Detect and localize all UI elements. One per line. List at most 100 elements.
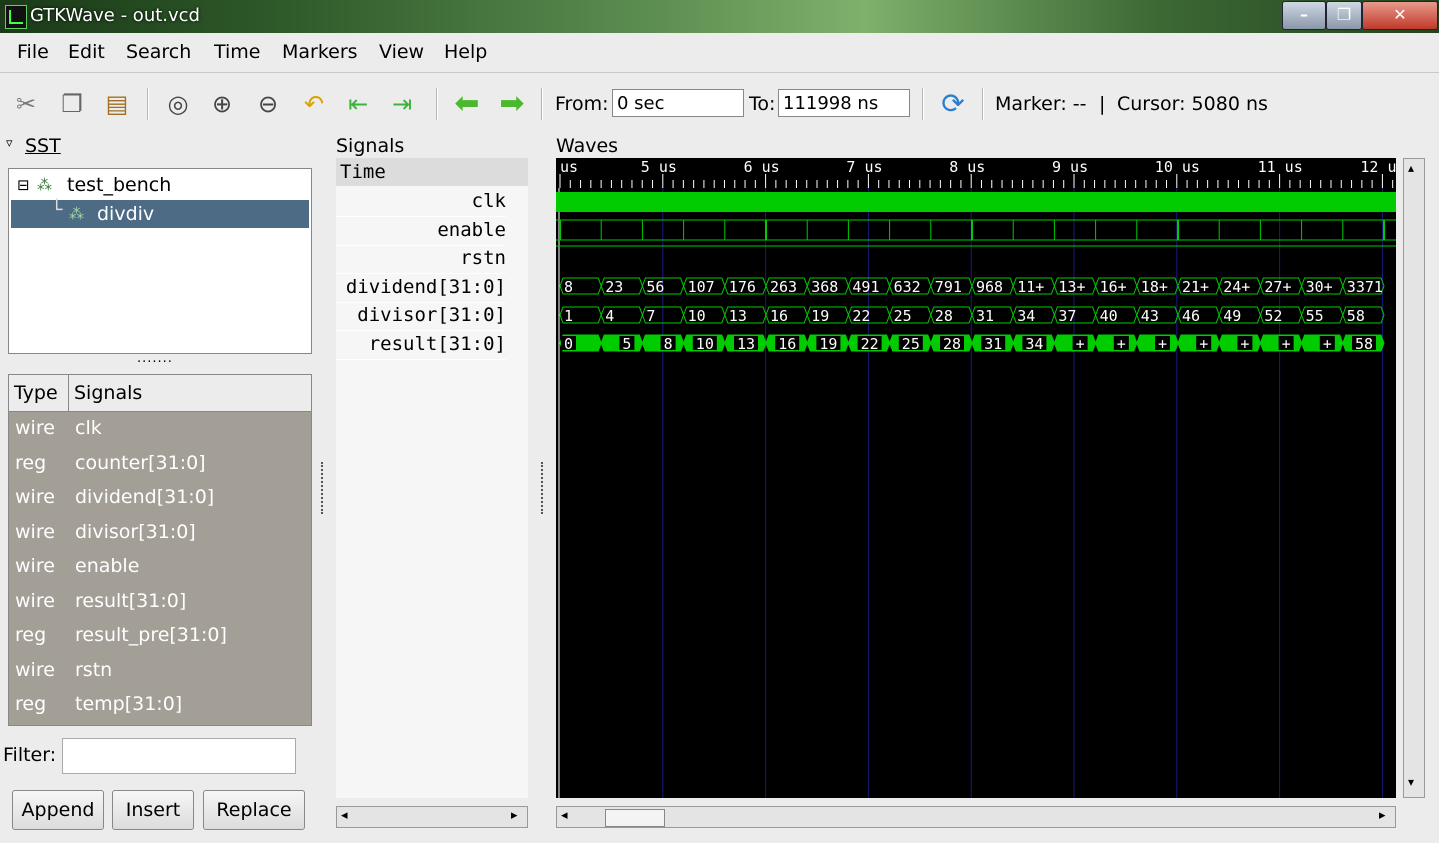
maximize-button[interactable]: ❐ [1326, 1, 1362, 30]
tree-item-label: test_bench [67, 174, 172, 196]
divisor-value-label: 37 [1058, 307, 1076, 325]
menu-search[interactable]: Search [126, 41, 191, 63]
jump-end-icon[interactable]: ⇥ [386, 88, 418, 120]
signal-row[interactable]: dividend[31:0] [336, 273, 506, 303]
minimize-button[interactable]: – [1282, 1, 1326, 30]
divisor-value-label: 22 [852, 307, 870, 325]
table-row[interactable]: wire enable [9, 551, 311, 585]
signal-name: enable [75, 555, 140, 577]
signal-row[interactable]: divisor[31:0] [336, 301, 506, 332]
pane-splitter[interactable] [541, 462, 546, 514]
pane-splitter[interactable] [321, 462, 326, 514]
cursor-readout: Cursor: 5080 ns [1117, 93, 1268, 115]
result-value-label: 58 [1355, 335, 1373, 353]
waveform-view[interactable]: us 5 us 6 us 7 us 8 us 9 us 10 us 11 us 12 u 8 23 5… [556, 158, 1396, 798]
insert-button[interactable]: Insert [112, 790, 194, 830]
waveform-canvas[interactable]: us 5 us 6 us 7 us 8 us 9 us 10 us 11 us 12 u 8 23 5… [556, 158, 1396, 798]
dividend-value-label: 21+ [1182, 278, 1209, 296]
divisor-value-label: 13 [729, 307, 747, 325]
ruler-tick-label: 9 us [1052, 158, 1088, 176]
filter-label: Filter: [3, 744, 57, 766]
waves-vscrollbar[interactable]: ▴ ▾ [1403, 158, 1425, 798]
signal-type: wire [15, 417, 55, 439]
collapse-icon[interactable]: ⊟ [17, 171, 30, 199]
sst-label: SST [25, 135, 61, 157]
tree-item-divdiv[interactable]: └ ⁂ divdiv [11, 199, 309, 228]
divisor-value-label: 40 [1100, 307, 1118, 325]
prev-edge-icon[interactable]: ⬅ [451, 88, 483, 120]
to-input[interactable] [778, 89, 910, 117]
reload-icon[interactable]: ⟳ [937, 88, 969, 120]
menu-time[interactable]: Time [214, 41, 261, 63]
divisor-value-label: 10 [688, 307, 706, 325]
scroll-right-icon[interactable]: ▸ [1379, 808, 1386, 823]
scroll-thumb[interactable] [605, 809, 665, 827]
signal-name: dividend[31:0] [75, 486, 215, 508]
table-row[interactable]: reg result_pre[31:0] [9, 620, 311, 654]
result-value-label: 34 [1025, 335, 1043, 353]
divisor-value-label: 31 [976, 307, 994, 325]
table-row[interactable]: wire divisor[31:0] [9, 517, 311, 551]
jump-start-icon[interactable]: ⇤ [342, 88, 374, 120]
filter-input[interactable] [62, 738, 296, 774]
divisor-value-label: 19 [811, 307, 829, 325]
scroll-up-icon[interactable]: ▴ [1408, 161, 1414, 175]
scroll-right-icon[interactable]: ▸ [511, 808, 518, 823]
menu-edit[interactable]: Edit [68, 41, 105, 63]
signal-row[interactable]: clk [336, 187, 506, 217]
close-button[interactable]: ✕ [1362, 1, 1438, 30]
column-header-type[interactable]: Type [14, 382, 58, 404]
waves-hscrollbar[interactable]: ◂ ▸ [556, 806, 1396, 828]
result-value-label: + [1158, 335, 1167, 353]
marker-readout: Marker: -- [995, 93, 1087, 115]
next-edge-icon[interactable]: ➡ [496, 88, 528, 120]
replace-button[interactable]: Replace [203, 790, 305, 830]
divisor-value-label: 34 [1017, 307, 1035, 325]
table-row[interactable]: wire dividend[31:0] [9, 482, 311, 516]
ruler-tick-label: 8 us [949, 158, 985, 176]
signal-name: temp[31:0] [75, 693, 183, 715]
ruler-tick-label: 11 us [1258, 158, 1303, 176]
pane-resize-grip[interactable]: ....... [137, 351, 173, 366]
menu-file[interactable]: File [17, 41, 49, 63]
signal-type: wire [15, 589, 55, 612]
paste-icon[interactable]: ▤ [101, 88, 133, 120]
cut-icon[interactable]: ✂ [10, 88, 42, 120]
append-button[interactable]: Append [12, 790, 104, 830]
zoom-in-icon[interactable]: ⊕ [206, 88, 238, 120]
result-value-label: 8 [664, 335, 673, 353]
dividend-value-label: 56 [646, 278, 664, 296]
signals-pane: Time clk enable rstn dividend[31:0] divisor[… [336, 158, 528, 798]
from-input[interactable] [612, 89, 744, 117]
table-row[interactable]: reg counter[31:0] [9, 448, 311, 482]
dividend-value-label: 13+ [1058, 278, 1085, 296]
scroll-down-icon[interactable]: ▾ [1408, 775, 1414, 789]
menu-view[interactable]: View [379, 41, 424, 63]
sst-expander-icon[interactable]: ▿ [6, 136, 13, 151]
signal-row[interactable]: rstn [336, 244, 506, 275]
tree-item-test-bench[interactable]: ⊟ ⁂ test_bench [11, 171, 309, 199]
tree-branch-line: └ [51, 199, 63, 221]
scroll-left-icon[interactable]: ◂ [561, 808, 568, 823]
scroll-left-icon[interactable]: ◂ [341, 808, 348, 823]
undo-zoom-icon[interactable]: ↶ [298, 88, 330, 120]
signal-type: reg [15, 451, 47, 474]
zoom-fit-icon[interactable]: ◎ [162, 88, 194, 120]
signals-hscrollbar[interactable]: ◂ ▸ [336, 806, 528, 828]
dividend-value-label: 8 [564, 278, 573, 296]
hierarchy-tree: ⊟ ⁂ test_bench └ ⁂ divdiv [8, 168, 312, 354]
menu-markers[interactable]: Markers [282, 41, 358, 63]
copy-icon[interactable]: ❐ [56, 88, 88, 120]
result-value-label: 28 [943, 335, 961, 353]
zoom-out-icon[interactable]: ⊖ [252, 88, 284, 120]
table-row[interactable]: wire result[31:0] [9, 586, 311, 620]
signal-row[interactable]: enable [336, 216, 506, 246]
column-header-signals[interactable]: Signals [74, 382, 142, 404]
menu-help[interactable]: Help [444, 41, 487, 63]
table-row[interactable]: wire clk [9, 413, 311, 447]
signal-name: result[31:0] [75, 589, 187, 612]
table-row[interactable]: wire rstn [9, 655, 311, 689]
table-row[interactable]: reg temp[31:0] [9, 689, 311, 723]
dividend-value-label: 107 [688, 278, 715, 296]
signal-row[interactable]: result[31:0] [336, 330, 506, 360]
